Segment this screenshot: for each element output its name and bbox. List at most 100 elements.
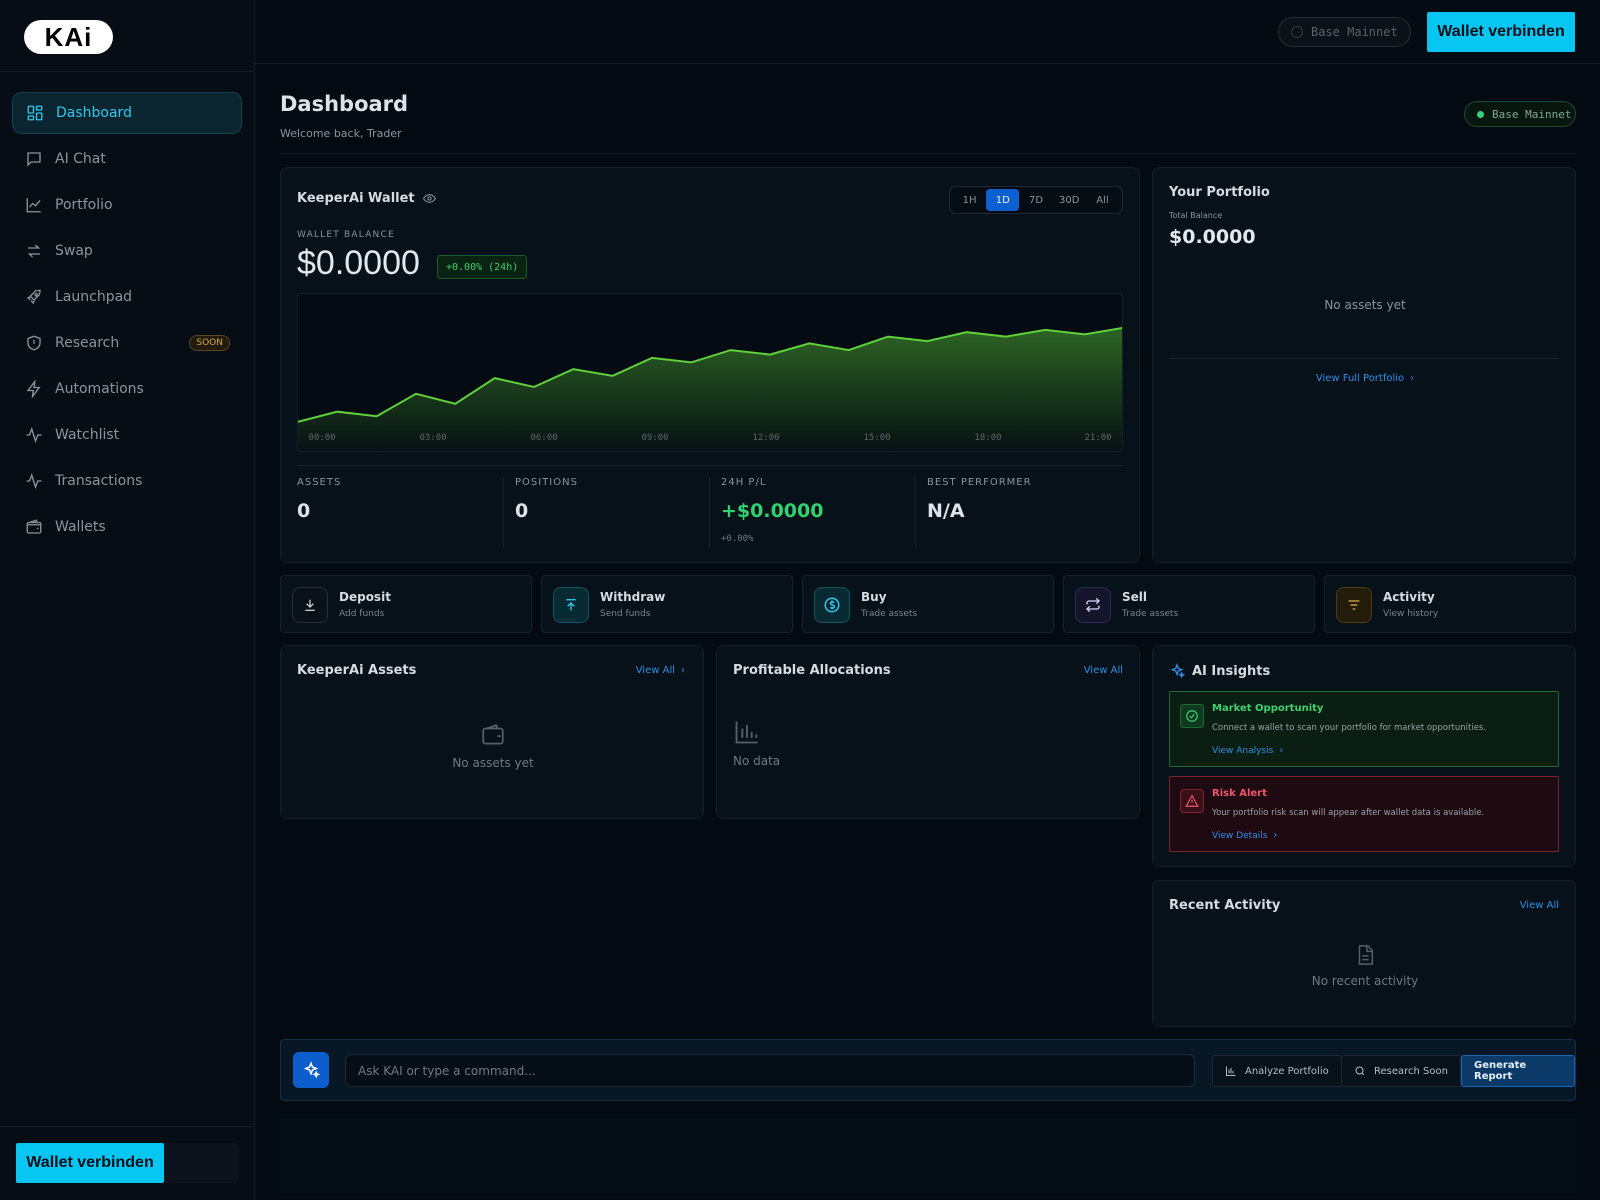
- page-subtitle: Welcome back, Trader: [280, 127, 402, 140]
- logo-area: KAi: [0, 0, 254, 72]
- sidebar-item-label: Automations: [55, 381, 144, 397]
- timeframe-30d[interactable]: 30D: [1053, 189, 1086, 211]
- sidebar-nav: Dashboard AI Chat Portfolio Swap Launchp…: [0, 72, 254, 548]
- activity-icon: [26, 472, 42, 490]
- sell-action[interactable]: Sell Trade assets: [1063, 575, 1315, 633]
- x-tick-label: 18:00: [974, 433, 1001, 443]
- link-label: View Full Portfolio: [1315, 373, 1405, 384]
- action-title: Withdraw: [600, 590, 666, 604]
- total-balance-value: $0.0000: [1169, 226, 1256, 248]
- network-badge: Base Mainnet: [1464, 101, 1576, 127]
- wallet-card: KeeperAi Wallet 1H 1D 7D 30D All WALLET …: [280, 167, 1140, 563]
- x-tick-label: 15:00: [863, 433, 890, 443]
- x-tick-label: 21:00: [1084, 433, 1111, 443]
- kai-logo[interactable]: KAi: [24, 20, 113, 54]
- activity-empty-state: No recent activity: [1153, 944, 1577, 988]
- activity-icon: [26, 426, 42, 444]
- link-label: View All: [1083, 665, 1123, 676]
- portfolio-divider: [1169, 358, 1559, 359]
- sidebar-item-ai-chat[interactable]: AI Chat: [12, 138, 242, 180]
- stat-value: 0: [515, 500, 529, 522]
- allocations-view-all-link[interactable]: View All: [1084, 665, 1123, 676]
- sidebar-connect-wallet-button[interactable]: Wallet verbinden: [16, 1143, 164, 1183]
- x-tick-label: 03:00: [419, 433, 446, 443]
- sidebar-item-wallets[interactable]: Wallets: [12, 506, 242, 548]
- deposit-action[interactable]: Deposit Add funds: [280, 575, 532, 633]
- link-label: View Analysis: [1212, 745, 1274, 756]
- sidebar-item-swap[interactable]: Swap: [12, 230, 242, 272]
- sidebar-item-label: Research: [55, 335, 120, 351]
- x-tick-label: 00:00: [308, 433, 335, 443]
- network-selector[interactable]: Base Mainnet: [1278, 17, 1411, 47]
- wallet-card-title: KeeperAi Wallet: [297, 191, 415, 206]
- sidebar-item-label: Portfolio: [55, 197, 113, 213]
- activity-action[interactable]: Activity View history: [1324, 575, 1576, 633]
- link-label: View Details: [1212, 830, 1268, 841]
- sidebar-item-launchpad[interactable]: Launchpad: [12, 276, 242, 318]
- chat-bubble-icon: [27, 152, 41, 167]
- repeat-icon: [1075, 587, 1111, 623]
- sidebar-item-transactions[interactable]: Transactions: [12, 460, 242, 502]
- sidebar-item-research[interactable]: Research SOON: [12, 322, 242, 364]
- empty-text: No assets yet: [452, 756, 534, 770]
- timeframe-7d[interactable]: 7D: [1019, 189, 1052, 211]
- check-circle-icon: [1180, 704, 1204, 728]
- dollar-circle-icon: [814, 587, 850, 623]
- action-subtitle: Trade assets: [1122, 609, 1179, 619]
- action-subtitle: Send funds: [600, 609, 651, 619]
- sidebar-item-automations[interactable]: Automations: [12, 368, 242, 410]
- timeframe-all[interactable]: All: [1086, 189, 1119, 211]
- sparkles-icon: [303, 1061, 320, 1079]
- sparkles-icon: [1170, 663, 1185, 679]
- generate-report-button[interactable]: Generate Report: [1461, 1055, 1575, 1087]
- rocket-icon: [26, 289, 41, 305]
- stats-divider: [297, 465, 1123, 466]
- upload-icon: [553, 587, 589, 623]
- sidebar-item-portfolio[interactable]: Portfolio: [12, 184, 242, 226]
- sidebar-item-watchlist[interactable]: Watchlist: [12, 414, 242, 456]
- command-input[interactable]: [345, 1054, 1195, 1087]
- alert-title: Market Opportunity: [1212, 703, 1324, 714]
- timeframe-1h[interactable]: 1H: [953, 189, 986, 211]
- stat-separator: [709, 477, 710, 549]
- chevron-right-icon: ›: [681, 665, 685, 676]
- alert-text: Connect a wallet to scan your portfolio …: [1212, 723, 1487, 733]
- soon-badge: SOON: [189, 335, 230, 351]
- x-tick-label: 09:00: [641, 433, 668, 443]
- view-details-link[interactable]: View Details ›: [1212, 830, 1277, 841]
- stat-best-performer: BEST PERFORMER N/A: [927, 477, 1032, 549]
- market-opportunity-alert: Market Opportunity Connect a wallet to s…: [1169, 691, 1559, 767]
- eye-icon[interactable]: [422, 192, 436, 205]
- bottom-panel: [280, 1113, 1576, 1193]
- view-full-portfolio-link[interactable]: View Full Portfolio ›: [1153, 373, 1577, 384]
- wallet-chart: 00:00 03:00 06:00 09:00 12:00 15:00 18:00 21:00: [297, 293, 1123, 452]
- assets-view-all-link[interactable]: View All ›: [636, 665, 685, 676]
- dashboard-grid-icon: [27, 105, 43, 121]
- view-analysis-link[interactable]: View Analysis ›: [1212, 745, 1283, 756]
- stat-label: 24H P/L: [721, 477, 767, 488]
- research-soon-button[interactable]: Research Soon: [1341, 1055, 1461, 1087]
- swap-arrows-icon: [27, 244, 41, 258]
- connect-wallet-button[interactable]: Wallet verbinden: [1427, 12, 1575, 52]
- analyze-portfolio-button[interactable]: Analyze Portfolio: [1212, 1055, 1342, 1087]
- stat-separator: [503, 477, 504, 549]
- buy-action[interactable]: Buy Trade assets: [802, 575, 1054, 633]
- timeframe-1d[interactable]: 1D: [986, 189, 1020, 211]
- sidebar-item-dashboard[interactable]: Dashboard: [12, 92, 242, 134]
- document-icon: [1358, 945, 1374, 965]
- stat-label: BEST PERFORMER: [927, 477, 1032, 488]
- filter-lines-icon: [1336, 587, 1372, 623]
- logo-text: KAi: [44, 21, 93, 52]
- sidebar-item-label: AI Chat: [55, 151, 106, 167]
- ai-sparkle-button[interactable]: [293, 1052, 329, 1088]
- activity-view-all-link[interactable]: View All: [1520, 900, 1559, 911]
- button-label: Analyze Portfolio: [1245, 1065, 1329, 1077]
- action-title: Activity: [1383, 590, 1435, 604]
- stat-sub: +0.00%: [721, 534, 754, 544]
- allocations-empty-state: No data: [733, 718, 780, 768]
- ai-insights-title: AI Insights: [1192, 663, 1271, 679]
- withdraw-action[interactable]: Withdraw Send funds: [541, 575, 793, 633]
- chevron-right-icon: ›: [1273, 830, 1278, 841]
- wallet-icon: [482, 724, 504, 745]
- stat-24h-pl: 24H P/L +$0.0000 +0.00%: [721, 477, 823, 549]
